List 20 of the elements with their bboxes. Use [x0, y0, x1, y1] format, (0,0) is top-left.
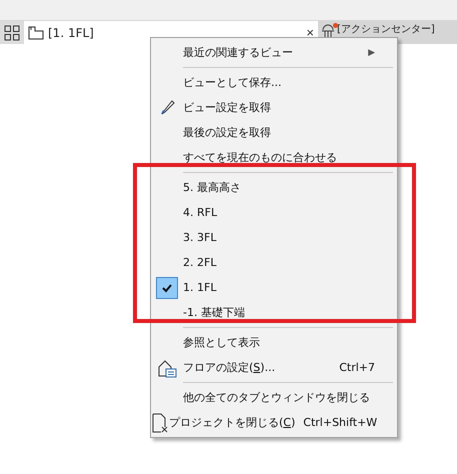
eyedropper-icon	[158, 98, 176, 116]
close-button[interactable]: ×	[306, 25, 314, 40]
menu-item[interactable]: 最後の設定を取得	[151, 120, 397, 145]
document-close-icon	[151, 412, 169, 432]
menu-item[interactable]: 他の全てのタブとウィンドウを閉じる	[151, 385, 397, 410]
menu-item[interactable]: 3. 3FL	[151, 225, 397, 250]
grid-icon[interactable]	[4, 24, 20, 40]
floor-settings-icon	[157, 358, 177, 378]
menu-item[interactable]: フロアの設定(S)... Ctrl+7	[151, 355, 397, 380]
menu-item[interactable]: 2. 2FL	[151, 250, 397, 275]
menu-item[interactable]: プロジェクトを閉じる(C) Ctrl+Shift+W	[151, 410, 397, 435]
menu-item[interactable]: ビュー設定を取得	[151, 95, 397, 120]
menu-item[interactable]: 5. 最高高さ	[151, 175, 397, 200]
floor-plan-icon	[28, 26, 44, 40]
menu-item[interactable]: 4. RFL	[151, 200, 397, 225]
menu-item[interactable]: すべてを現在のものに合わせる	[151, 145, 397, 170]
menu-item[interactable]: -1. 基礎下端	[151, 300, 397, 325]
menu-item[interactable]: 参照として表示	[151, 330, 397, 355]
menu-item[interactable]: ビューとして保存...	[151, 70, 397, 95]
menu-item[interactable]: 1. 1FL	[151, 275, 397, 300]
